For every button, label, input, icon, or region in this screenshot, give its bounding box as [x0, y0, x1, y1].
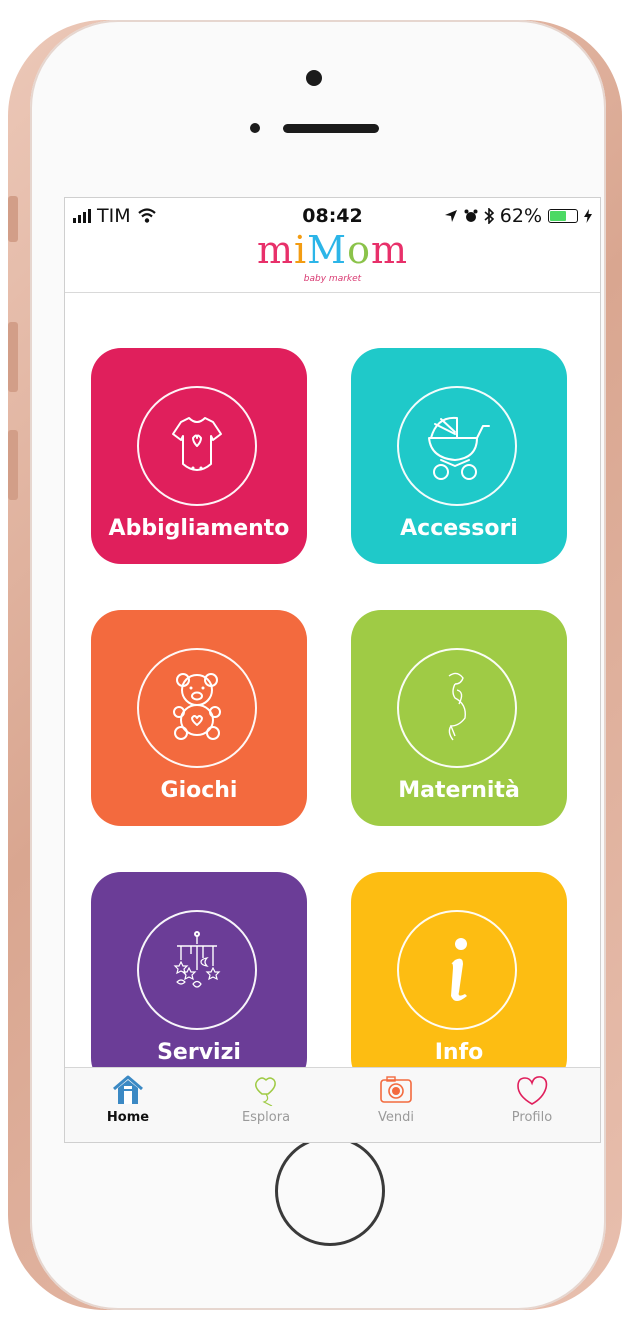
tab-label: Vendi	[378, 1110, 414, 1125]
baby-mobile-icon	[137, 910, 257, 1030]
logo-letter: i	[294, 228, 308, 272]
tab-bar: Home Esplora Vendi Profilo	[65, 1067, 600, 1142]
category-label: Giochi	[160, 778, 238, 803]
pregnant-woman-icon	[397, 648, 517, 768]
camera-icon	[341, 1074, 451, 1106]
home-button[interactable]	[275, 1136, 385, 1246]
heart-icon	[477, 1074, 587, 1106]
tab-label: Esplora	[241, 1110, 291, 1125]
tab-profilo[interactable]: Profilo	[477, 1074, 587, 1125]
category-label: Accessori	[400, 516, 518, 541]
balloon-icon	[211, 1074, 321, 1106]
mute-switch	[8, 196, 18, 242]
category-tile-maternit[interactable]: Maternità	[351, 610, 567, 826]
alarm-icon	[464, 209, 478, 222]
volume-down-button	[8, 430, 18, 500]
category-tile-abbigliamento[interactable]: Abbigliamento	[91, 348, 307, 564]
charging-icon	[584, 209, 592, 223]
app-screen: TIM 08:42 62% miMom baby market Abbiglia…	[64, 197, 601, 1143]
battery-icon	[548, 209, 578, 223]
teddy-bear-icon	[137, 648, 257, 768]
tab-vendi[interactable]: Vendi	[341, 1074, 451, 1125]
category-tile-info[interactable]: Info	[351, 872, 567, 1088]
logo-letter: m	[370, 228, 409, 272]
tab-label: Home	[106, 1110, 150, 1125]
tab-home[interactable]: Home	[73, 1074, 183, 1125]
logo-letter: o	[347, 228, 371, 272]
bluetooth-icon	[484, 208, 494, 224]
category-label: Abbigliamento	[108, 516, 290, 541]
location-arrow-icon	[444, 210, 457, 222]
category-tile-accessori[interactable]: Accessori	[351, 348, 567, 564]
logo-letter: M	[307, 228, 348, 272]
proximity-sensor	[250, 123, 260, 133]
stroller-icon	[397, 386, 517, 506]
earpiece-speaker	[283, 124, 379, 133]
app-header: miMom baby market	[65, 228, 600, 293]
battery-percent: 62%	[499, 205, 542, 227]
app-logo: miMom	[65, 228, 600, 272]
category-label: Info	[434, 1040, 484, 1065]
info-icon	[397, 910, 517, 1030]
home-icon	[73, 1074, 183, 1106]
category-label: Servizi	[157, 1040, 241, 1065]
front-camera	[306, 70, 322, 86]
volume-up-button	[8, 322, 18, 392]
category-tile-giochi[interactable]: Giochi	[91, 610, 307, 826]
logo-letter: m	[256, 228, 295, 272]
category-label: Maternità	[398, 778, 520, 803]
tab-esplora[interactable]: Esplora	[211, 1074, 321, 1125]
logo-tagline: baby market	[303, 274, 362, 284]
tab-label: Profilo	[511, 1110, 553, 1125]
onesie-icon	[137, 386, 257, 506]
category-tile-servizi[interactable]: Servizi	[91, 872, 307, 1088]
